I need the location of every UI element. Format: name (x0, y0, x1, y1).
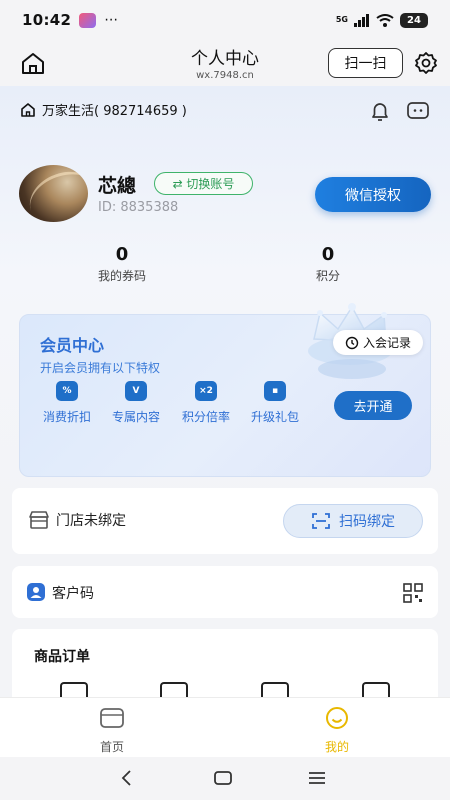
user-name: 芯總 (98, 175, 137, 197)
tab-mine[interactable]: 我的 (297, 706, 377, 755)
join-records-label: 入会记录 (362, 336, 411, 350)
customer-code-row[interactable]: 客户码 (12, 566, 438, 618)
stat-label: 积分 (315, 269, 340, 283)
avatar[interactable] (19, 165, 88, 222)
network-type: 5G (335, 15, 348, 24)
store-home-icon (21, 102, 35, 117)
scan-bind-button[interactable]: 扫码绑定 (283, 504, 423, 538)
stat-value: 0 (115, 244, 129, 265)
perk-label: 升级礼包 (250, 410, 299, 424)
menu-icon[interactable] (307, 770, 327, 786)
home-tab-icon (100, 708, 124, 728)
wechat-authorize-button[interactable]: 微信授权 (315, 177, 431, 212)
top-nav-bar: 个人中心 wx.7948.cn 扫一扫 (0, 40, 450, 86)
bottom-tab-bar: 首页 我的 (0, 697, 450, 757)
scan-bind-label: 扫码绑定 (339, 514, 395, 530)
orders-title: 商品订单 (34, 649, 90, 665)
status-time: 10:42 (22, 11, 72, 29)
open-membership-button[interactable]: 去开通 (334, 391, 412, 420)
scan-icon (312, 513, 330, 529)
person-icon (27, 583, 45, 601)
perk-points-multiplier[interactable]: ×2 积分倍率 (171, 381, 241, 425)
perk-label: 积分倍率 (181, 410, 230, 424)
home-button-icon[interactable] (213, 770, 233, 786)
bell-icon[interactable] (368, 99, 392, 123)
clock-icon (345, 336, 359, 349)
gift-icon: ▪ (264, 381, 286, 401)
multiplier-icon: ×2 (195, 381, 217, 401)
vip-center-card: 会员中心 开启会员拥有以下特权 入会记录 % 消费折扣 V 专属内容 ×2 积分… (19, 303, 431, 477)
perk-label: 专属内容 (111, 410, 160, 424)
vip-subtitle: 开启会员拥有以下特权 (40, 361, 161, 375)
battery-icon: 24 (400, 12, 428, 28)
tab-label: 我的 (324, 740, 349, 754)
tab-label: 首页 (99, 740, 124, 754)
vip-title: 会员中心 (40, 336, 105, 355)
store-name: 万家生活( 982714659 ) (42, 104, 187, 119)
more-notifications-icon: ⋯ (104, 12, 120, 28)
signal-icon (354, 13, 369, 27)
store-icon (29, 511, 49, 529)
scan-button[interactable]: 扫一扫 (328, 48, 403, 78)
stat-coupons[interactable]: 0 我的券码 (62, 244, 182, 284)
back-icon[interactable] (119, 769, 135, 787)
customer-code-label: 客户码 (52, 586, 94, 602)
perk-discount[interactable]: % 消费折扣 (32, 381, 102, 425)
wifi-icon (376, 13, 394, 27)
store-selector[interactable]: 万家生活( 982714659 ) (20, 100, 187, 119)
perk-upgrade-gift[interactable]: ▪ 升级礼包 (240, 381, 310, 425)
stat-label: 我的券码 (97, 269, 146, 283)
store-binding-card: 门店未绑定 扫码绑定 (12, 488, 438, 554)
stat-points[interactable]: 0 积分 (268, 244, 388, 284)
status-bar: 10:42 ⋯ 5G 24 (0, 0, 450, 40)
switch-account-button[interactable]: ⇄ 切换账号 (154, 172, 253, 195)
stat-value: 0 (321, 244, 335, 265)
discount-icon: % (56, 381, 78, 401)
system-nav-bar (0, 757, 450, 800)
join-records-button[interactable]: 入会记录 (333, 330, 423, 355)
qr-code-icon[interactable] (403, 583, 423, 603)
vip-badge-icon: V (125, 381, 147, 401)
store-binding-status: 门店未绑定 (56, 513, 126, 529)
message-icon[interactable] (406, 100, 430, 122)
app-notification-icon (79, 12, 97, 28)
smile-icon (326, 707, 348, 729)
perk-label: 消费折扣 (42, 410, 91, 424)
tab-home[interactable]: 首页 (72, 706, 152, 755)
gear-icon[interactable] (414, 51, 438, 75)
user-id: ID: 8835388 (98, 200, 179, 215)
perk-exclusive[interactable]: V 专属内容 (101, 381, 171, 425)
